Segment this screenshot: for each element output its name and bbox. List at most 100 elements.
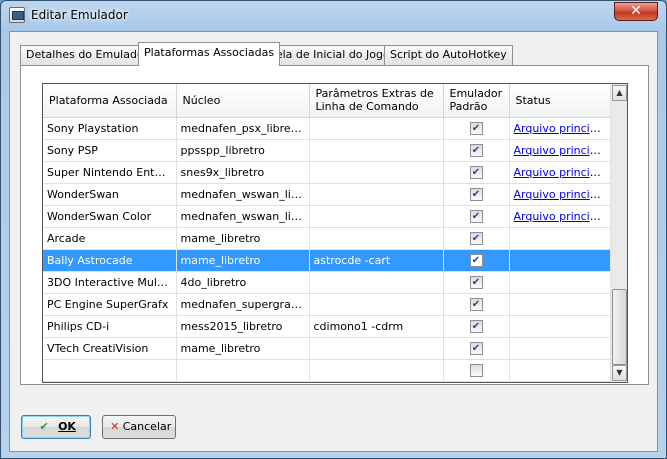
default-emulator-checkbox[interactable] (469, 341, 483, 355)
default-emulator-checkbox[interactable] (469, 319, 483, 333)
default-emulator-checkbox[interactable] (469, 187, 483, 201)
status-link[interactable]: Arquivo principa... (514, 188, 611, 201)
table-row[interactable]: VTech CreatiVision mame_libretro (43, 337, 612, 360)
cell-parametros[interactable] (309, 139, 444, 162)
default-emulator-checkbox[interactable] (469, 253, 483, 267)
cell-nucleo[interactable]: ppsspp_libretro (176, 139, 310, 162)
ok-button[interactable]: ✔ OK (21, 415, 91, 439)
column-header-parametros[interactable]: Parâmetros Extras de Linha de Comando (309, 84, 444, 118)
cell-emulador-padrao[interactable] (443, 139, 510, 162)
title-bar[interactable]: Editar Emulador ✕ (1, 1, 666, 29)
column-header-emulador-padrao[interactable]: Emulador Padrão (443, 84, 510, 118)
cell-nucleo[interactable]: mednafen_psx_libretro (176, 117, 310, 140)
column-header-status[interactable]: Status (509, 84, 612, 118)
cell-status[interactable]: Arquivo principa... (509, 117, 612, 140)
tab-plataformas-associadas[interactable]: Plataformas Associadas (138, 42, 281, 66)
default-emulator-checkbox[interactable] (469, 143, 483, 157)
cell-emulador-padrao[interactable] (443, 271, 510, 294)
cell-parametros[interactable] (309, 271, 444, 294)
cell-emulador-padrao[interactable] (443, 227, 510, 250)
cancel-button[interactable]: ✕ Cancelar (102, 415, 176, 439)
cell-status[interactable]: Arquivo principa... (509, 205, 612, 228)
cell-parametros[interactable] (309, 117, 444, 140)
table-row[interactable]: WonderSwan Colormednafen_wswan_libr... Ar… (43, 205, 612, 228)
cell-parametros[interactable] (309, 337, 444, 360)
cell-nucleo[interactable]: mame_libretro (176, 249, 310, 272)
table-row[interactable]: Super Nintendo Enterta... snes9x_libretro… (43, 161, 612, 184)
default-emulator-checkbox[interactable] (469, 165, 483, 179)
cell-emulador-padrao[interactable] (443, 117, 510, 140)
status-link[interactable]: Arquivo principa... (514, 210, 611, 223)
cell-plataforma[interactable]: Philips CD-i (43, 315, 177, 338)
table-row[interactable]: Arcade mame_libretro (43, 227, 612, 250)
cell-plataforma[interactable]: 3DO Interactive Multipl... (43, 271, 177, 294)
cell-parametros[interactable] (309, 359, 444, 382)
default-emulator-checkbox[interactable] (469, 209, 483, 223)
table-row[interactable]: Bally Astrocade mame_libretro astrocde -ca… (43, 249, 612, 272)
cell-nucleo[interactable]: mame_libretro (176, 227, 310, 250)
cell-parametros[interactable] (309, 183, 444, 206)
tab-detalhes-do-emulador[interactable]: Detalhes do Emulador (20, 45, 155, 65)
cell-parametros[interactable] (309, 227, 444, 250)
cell-emulador-padrao[interactable] (443, 161, 510, 184)
cell-plataforma[interactable]: Sony PSP (43, 139, 177, 162)
default-emulator-checkbox[interactable] (469, 297, 483, 311)
cell-plataforma[interactable]: Super Nintendo Enterta... (43, 161, 177, 184)
cell-plataforma[interactable]: WonderSwan (43, 183, 177, 206)
default-emulator-checkbox[interactable] (469, 275, 483, 289)
default-emulator-checkbox[interactable] (469, 363, 483, 377)
cell-status[interactable]: Arquivo principa... (509, 161, 612, 184)
tab-tela-de-inicial-do-jogo[interactable]: Tela de Inicial do Jogo (265, 45, 396, 65)
plataformas-grid[interactable]: Plataforma Associada Núcleo Parâmetros E… (42, 83, 628, 383)
status-link[interactable]: Arquivo principa... (514, 122, 611, 135)
cell-status[interactable]: Arquivo principa... (509, 183, 612, 206)
scroll-up-icon[interactable]: ▲ (612, 85, 627, 101)
cell-nucleo[interactable]: 4do_libretro (176, 271, 310, 294)
cell-nucleo[interactable]: mess2015_libretro (176, 315, 310, 338)
cell-parametros[interactable]: cdimono1 -cdrm (309, 315, 444, 338)
cell-parametros[interactable] (309, 161, 444, 184)
default-emulator-checkbox[interactable] (469, 121, 483, 135)
cell-plataforma[interactable]: PC Engine SuperGrafx (43, 293, 177, 316)
cell-nucleo[interactable]: snes9x_libretro (176, 161, 310, 184)
vertical-scrollbar[interactable]: ▲ ▼ (610, 84, 627, 382)
cell-plataforma[interactable]: Arcade (43, 227, 177, 250)
cell-plataforma[interactable]: VTech CreatiVision (43, 337, 177, 360)
cell-nucleo[interactable]: mame_libretro (176, 337, 310, 360)
cell-emulador-padrao[interactable] (443, 205, 510, 228)
cell-parametros[interactable]: astrocde -cart (309, 249, 444, 272)
table-row[interactable]: Philips CD-i mess2015_libretro cdimono1 -c… (43, 315, 612, 338)
cell-nucleo[interactable]: mednafen_supergrafx... (176, 293, 310, 316)
close-button[interactable]: ✕ (614, 2, 658, 21)
cell-emulador-padrao[interactable] (443, 337, 510, 360)
table-row[interactable]: PC Engine SuperGrafx mednafen_supergrafx.… (43, 293, 612, 316)
cell-nucleo[interactable]: mednafen_wswan_libr... (176, 205, 310, 228)
cell-plataforma[interactable]: Bally Astrocade (43, 249, 177, 272)
table-row[interactable] (43, 359, 612, 382)
tab-script-do-autohotkey[interactable]: Script do AutoHotkey (384, 45, 513, 65)
cell-plataforma[interactable]: Sony Playstation (43, 117, 177, 140)
status-link[interactable]: Arquivo principa... (514, 144, 611, 157)
cell-plataforma[interactable]: WonderSwan Color (43, 205, 177, 228)
column-header-nucleo[interactable]: Núcleo (176, 84, 310, 118)
scroll-down-icon[interactable]: ▼ (612, 365, 627, 381)
cell-nucleo[interactable]: mednafen_wswan_libr... (176, 183, 310, 206)
column-header-plataforma[interactable]: Plataforma Associada (43, 84, 177, 118)
cell-emulador-padrao[interactable] (443, 359, 510, 382)
cell-parametros[interactable] (309, 205, 444, 228)
default-emulator-checkbox[interactable] (469, 231, 483, 245)
cell-nucleo[interactable] (176, 359, 310, 382)
cell-emulador-padrao[interactable] (443, 315, 510, 338)
table-row[interactable]: WonderSwanmednafen_wswan_libr... Arquivo … (43, 183, 612, 206)
scroll-thumb[interactable] (612, 289, 627, 365)
table-row[interactable]: Sony Playstationmednafen_psx_libretro Arq… (43, 117, 612, 140)
cell-emulador-padrao[interactable] (443, 249, 510, 272)
table-row[interactable]: Sony PSPppsspp_libretro Arquivo principa.… (43, 139, 612, 162)
cell-parametros[interactable] (309, 293, 444, 316)
table-row[interactable]: 3DO Interactive Multipl... 4do_libretro (43, 271, 612, 294)
cell-status[interactable]: Arquivo principa... (509, 139, 612, 162)
status-link[interactable]: Arquivo principa... (514, 166, 611, 179)
cell-emulador-padrao[interactable] (443, 183, 510, 206)
cell-emulador-padrao[interactable] (443, 293, 510, 316)
cell-plataforma[interactable] (43, 359, 177, 382)
